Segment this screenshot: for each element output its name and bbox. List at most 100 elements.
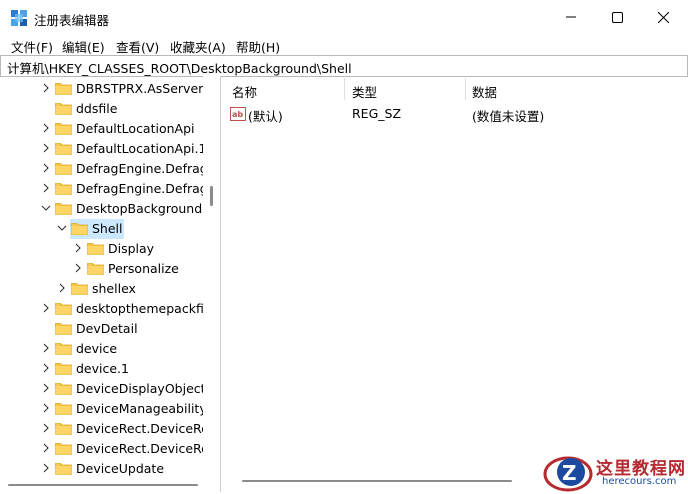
- folder-icon: [55, 322, 72, 335]
- tree-item[interactable]: DefragEngine.Defrag: [40, 178, 208, 198]
- column-divider[interactable]: [344, 78, 345, 100]
- tree-item[interactable]: desktopthemepackfil: [40, 298, 207, 318]
- value-type: REG_SZ: [352, 106, 402, 121]
- value-name: (默认): [248, 109, 283, 124]
- tree-item[interactable]: DeviceRect.DeviceRec: [40, 438, 216, 458]
- tree-item[interactable]: Shell: [56, 218, 123, 238]
- tree-item-label: DefaultLocationApi: [76, 120, 195, 136]
- tree-item[interactable]: DeviceManageability: [40, 398, 207, 418]
- menu-edit[interactable]: 编辑(E): [62, 37, 105, 56]
- tree-item-label: DeviceDisplayObject: [76, 380, 206, 396]
- chevron-right-icon[interactable]: [40, 178, 52, 198]
- chevron-right-icon[interactable]: [40, 358, 52, 378]
- svg-text:Z: Z: [562, 461, 577, 485]
- chevron-right-icon[interactable]: [40, 398, 52, 418]
- tree-item-label: DeviceUpdate: [76, 460, 165, 476]
- folder-icon: [55, 182, 72, 195]
- tree-item-label: DefragEngine.Defrag: [76, 160, 208, 176]
- tree-item[interactable]: shellex: [56, 278, 136, 298]
- tree-item[interactable]: device.1: [40, 358, 129, 378]
- key-tree-pane[interactable]: DBRSTPRX.AsServer.1 ddsfile DefaultLocatio…: [0, 76, 221, 492]
- tree-vertical-scrollbar[interactable]: [203, 76, 220, 474]
- folder-icon: [55, 382, 72, 395]
- tree-item-label: ddsfile: [76, 100, 118, 116]
- svg-text:ab: ab: [232, 110, 243, 119]
- folder-icon: [87, 242, 104, 255]
- tree-item-label: device.1: [76, 360, 129, 376]
- chevron-right-icon[interactable]: [40, 298, 52, 318]
- folder-icon: [55, 162, 72, 175]
- chevron-right-icon[interactable]: [40, 78, 52, 98]
- ab-string-icon: ab: [230, 107, 246, 121]
- tree-item-label: DeviceRect.DeviceRec: [76, 440, 216, 456]
- tree-item[interactable]: DBRSTPRX.AsServer.1: [40, 78, 214, 98]
- tree-item-label: device: [76, 340, 118, 356]
- chevron-right-icon[interactable]: [40, 458, 52, 478]
- tree-item-label: DBRSTPRX.AsServer.1: [76, 80, 215, 96]
- tree-item[interactable]: DeviceRect.DeviceRec: [40, 418, 216, 438]
- chevron-right-icon[interactable]: [40, 138, 52, 158]
- folder-icon: [55, 202, 72, 215]
- folder-icon: [55, 342, 72, 355]
- chevron-right-icon[interactable]: [40, 438, 52, 458]
- tree-horizontal-scrollbar[interactable]: [0, 476, 220, 492]
- tree-item[interactable]: Display: [72, 238, 154, 258]
- values-pane[interactable]: 名称 类型 数据 ab (默认) REG_SZ (数值未设置): [222, 76, 688, 492]
- window-title: 注册表编辑器: [34, 13, 110, 28]
- minimize-icon: [566, 16, 576, 18]
- tree-item-label: Personalize: [108, 260, 179, 276]
- chevron-right-icon[interactable]: [72, 258, 84, 278]
- column-header-type[interactable]: 类型: [352, 82, 377, 101]
- folder-icon: [55, 102, 72, 115]
- tree-item[interactable]: ddsfile: [40, 98, 117, 118]
- chevron-right-icon[interactable]: [72, 238, 84, 258]
- tree-item[interactable]: device: [40, 338, 117, 358]
- tree-item-label: Shell: [92, 220, 123, 236]
- tree-item[interactable]: DeviceDisplayObject: [40, 378, 206, 398]
- maximize-button[interactable]: [594, 0, 640, 34]
- value-row[interactable]: ab (默认) REG_SZ (数值未设置): [228, 104, 668, 124]
- column-divider[interactable]: [465, 78, 466, 100]
- chevron-right-icon[interactable]: [56, 278, 68, 298]
- chevron-right-icon[interactable]: [40, 378, 52, 398]
- tree-item[interactable]: DefaultLocationApi.1: [40, 138, 206, 158]
- chevron-down-icon[interactable]: [40, 198, 52, 218]
- tree-item-label: Display: [108, 240, 155, 256]
- tree-item[interactable]: Personalize: [72, 258, 179, 278]
- menu-view[interactable]: 查看(V): [116, 37, 159, 56]
- column-header-data[interactable]: 数据: [472, 82, 497, 101]
- tree-item[interactable]: DevDetail: [40, 318, 138, 338]
- title-bar: 注册表编辑器: [0, 0, 688, 34]
- chevron-right-icon[interactable]: [40, 118, 52, 138]
- folder-icon: [55, 142, 72, 155]
- column-header-name[interactable]: 名称: [232, 82, 257, 101]
- address-path[interactable]: 计算机\HKEY_CLASSES_ROOT\DesktopBackground\…: [7, 58, 352, 77]
- tree-item[interactable]: DefaultLocationApi: [40, 118, 195, 138]
- value-data: (数值未设置): [472, 109, 545, 124]
- tree-hscroll-thumb[interactable]: [8, 484, 198, 486]
- minimize-button[interactable]: [548, 0, 594, 34]
- folder-icon: [55, 442, 72, 455]
- tree-item-label: DeviceManageability: [76, 400, 207, 416]
- chevron-right-icon[interactable]: [40, 338, 52, 358]
- menu-help[interactable]: 帮助(H): [236, 37, 280, 56]
- chevron-right-icon[interactable]: [40, 418, 52, 438]
- tree-item[interactable]: DeviceUpdate: [40, 458, 164, 478]
- close-button[interactable]: [640, 0, 686, 34]
- folder-icon: [71, 282, 88, 295]
- tree-scroll-thumb[interactable]: [210, 186, 213, 206]
- menu-bar: 文件(F) 编辑(E) 查看(V) 收藏夹(A) 帮助(H): [0, 34, 688, 55]
- folder-icon: [55, 402, 72, 415]
- menu-file[interactable]: 文件(F): [11, 37, 53, 56]
- chevron-right-icon[interactable]: [40, 158, 52, 178]
- address-bar[interactable]: 计算机\HKEY_CLASSES_ROOT\DesktopBackground\…: [0, 55, 688, 77]
- close-icon: [657, 11, 669, 23]
- tree-item-label: desktopthemepackfil: [76, 300, 208, 316]
- z-logo-icon: Z: [543, 456, 593, 492]
- values-hscroll-thumb[interactable]: [242, 480, 512, 482]
- tree-item-label: DeviceRect.DeviceRec: [76, 420, 216, 436]
- tree-item[interactable]: DesktopBackground: [40, 198, 202, 218]
- menu-favorites[interactable]: 收藏夹(A): [170, 37, 226, 56]
- tree-item[interactable]: DefragEngine.Defrag: [40, 158, 208, 178]
- chevron-down-icon[interactable]: [56, 218, 68, 238]
